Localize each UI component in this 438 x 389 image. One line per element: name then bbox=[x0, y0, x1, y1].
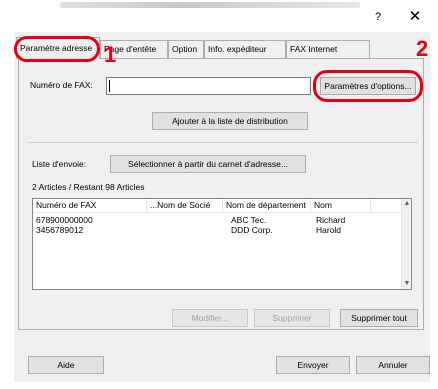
column-name[interactable]: Nom bbox=[311, 199, 371, 213]
column-fax-number[interactable]: Numéro de FAX bbox=[33, 199, 147, 213]
row-fax-number: 3456789012 bbox=[36, 225, 84, 235]
vertical-scrollbar[interactable]: ▲ ▼ bbox=[401, 199, 411, 289]
row-company: DDD Corp. bbox=[231, 225, 273, 235]
fax-number-label: Numéro de FAX: bbox=[30, 80, 93, 90]
address-book-button[interactable]: Sélectionner à partir du carnet d'adress… bbox=[110, 155, 306, 173]
delete-button[interactable]: Supprimer bbox=[254, 309, 330, 327]
title-bar: ? ✕ bbox=[0, 0, 438, 30]
row-company: ABC Tec. bbox=[231, 215, 267, 225]
tab-sender-info[interactable]: Info. expéditeur bbox=[204, 40, 286, 58]
fax-number-input[interactable] bbox=[106, 77, 311, 95]
destination-list[interactable]: Numéro de FAX ...Nom de Socié Nom de dép… bbox=[32, 198, 412, 290]
row-fax-number: 678900000000 bbox=[36, 215, 93, 225]
list-header: Numéro de FAX ...Nom de Socié Nom de dép… bbox=[33, 199, 403, 213]
add-to-distribution-button[interactable]: Ajouter à la liste de distribution bbox=[152, 112, 308, 130]
close-icon[interactable]: ✕ bbox=[405, 9, 425, 25]
options-button[interactable]: Paramètres d'options... bbox=[320, 77, 416, 95]
window-title-blurred bbox=[60, 2, 360, 8]
modify-button[interactable]: Modifier... bbox=[172, 309, 248, 327]
annotation-number-1: 1 bbox=[104, 42, 117, 67]
scroll-up-icon[interactable]: ▲ bbox=[403, 200, 411, 208]
delete-all-button[interactable]: Supprimer tout bbox=[340, 309, 418, 327]
list-summary: 2 Articles / Restant 98 Articles bbox=[32, 182, 145, 192]
send-button[interactable]: Envoyer bbox=[276, 356, 350, 374]
column-department[interactable]: Nom de département bbox=[223, 199, 311, 213]
text-caret bbox=[109, 80, 110, 92]
row-name: Richard bbox=[316, 215, 346, 225]
annotation-number-2: 2 bbox=[416, 36, 429, 61]
tab-internet-fax[interactable]: FAX Internet bbox=[286, 40, 370, 58]
send-list-label: Liste d'envoie: bbox=[32, 159, 87, 169]
row-name: Harold bbox=[316, 225, 342, 235]
help-icon[interactable]: ? bbox=[368, 9, 388, 25]
divider bbox=[28, 142, 418, 143]
tab-address-settings[interactable]: Paramètre adresse bbox=[16, 37, 100, 59]
help-button[interactable]: Aide bbox=[28, 356, 104, 374]
list-row[interactable]: 3456789012 DDD Corp. Harold bbox=[33, 225, 403, 235]
column-company[interactable]: ...Nom de Socié bbox=[147, 199, 223, 213]
tab-strip: Paramètre adresse Page d'entête Option I… bbox=[16, 37, 426, 59]
list-row[interactable]: 678900000000 ABC Tec. Richard bbox=[33, 215, 403, 225]
tab-option[interactable]: Option bbox=[168, 40, 204, 58]
cancel-button[interactable]: Annuler bbox=[356, 356, 430, 374]
scroll-down-icon[interactable]: ▼ bbox=[403, 280, 411, 288]
